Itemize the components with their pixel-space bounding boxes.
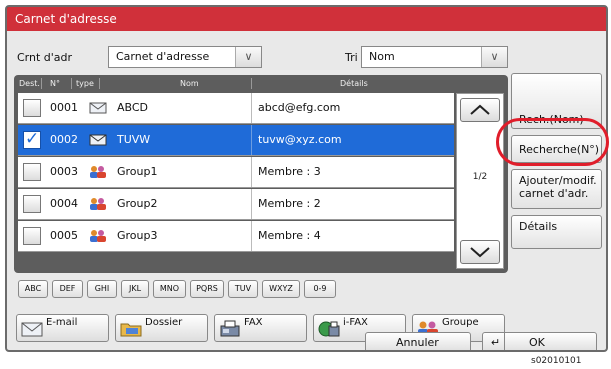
chevron-down-icon: ∨ <box>481 47 507 67</box>
details-label: Détails <box>519 220 558 233</box>
index-tab-0-9[interactable]: 0-9 <box>304 280 336 298</box>
chevron-up-icon <box>470 104 490 115</box>
index-tab-wxyz[interactable]: WXYZ <box>262 280 300 298</box>
scroll-up-button[interactable] <box>460 98 500 122</box>
group-icon <box>90 166 106 178</box>
header-num: N° <box>50 79 60 88</box>
sort-dropdown[interactable]: Nom ∨ <box>361 46 508 68</box>
row-checkbox[interactable] <box>23 163 41 181</box>
cancel-button[interactable]: Annuler <box>365 332 471 350</box>
address-book-window: Carnet d'adresse Crnt d'adr Carnet d'adr… <box>5 5 608 352</box>
highlight-callout <box>496 118 609 166</box>
ifax-button-label: i-FAX <box>343 317 368 328</box>
index-tab-abc[interactable]: ABC <box>18 280 48 298</box>
group-icon <box>90 198 106 210</box>
sort-dropdown-value: Nom <box>369 50 395 63</box>
cancel-label: Annuler <box>396 336 439 349</box>
folder-icon <box>120 323 142 337</box>
row-checkbox[interactable] <box>23 195 41 213</box>
ok-label: OK <box>529 336 545 349</box>
row-checkbox[interactable]: ✓ <box>23 129 41 149</box>
row-name: Group2 <box>117 197 158 210</box>
row-name: TUVW <box>117 133 151 146</box>
book-dropdown-value: Carnet d'adresse <box>116 50 210 63</box>
figure-code: s02010101 <box>531 356 582 366</box>
row-checkbox[interactable] <box>23 99 41 117</box>
index-tab-pqrs[interactable]: PQRS <box>190 280 224 298</box>
row-name: ABCD <box>117 101 149 114</box>
index-tab-mno[interactable]: MNO <box>153 280 186 298</box>
enter-icon: ↵ <box>487 333 505 350</box>
row-number: 0005 <box>50 229 78 242</box>
row-number: 0004 <box>50 197 78 210</box>
row-details: tuvw@xyz.com <box>251 125 454 155</box>
chevron-down-icon: ∨ <box>235 47 261 67</box>
window-title: Carnet d'adresse <box>7 7 606 31</box>
index-tab-tuv[interactable]: TUV <box>228 280 258 298</box>
scroll-down-button[interactable] <box>460 240 500 264</box>
group-icon <box>90 230 106 242</box>
header-divider <box>71 78 72 89</box>
folder-button-label: Dossier <box>145 317 183 328</box>
list-scroll-column: 1/2 <box>456 93 504 269</box>
ok-button[interactable]: ↵ OK <box>482 332 597 350</box>
row-details: abcd@efg.com <box>251 93 454 123</box>
table-row[interactable]: 0003 Group1 Membre : 3 <box>18 157 454 188</box>
table-row[interactable]: 0005 Group3 Membre : 4 <box>18 221 454 252</box>
header-divider <box>41 78 42 89</box>
row-details: Membre : 3 <box>251 157 454 187</box>
row-number: 0003 <box>50 165 78 178</box>
ifax-icon <box>318 321 340 337</box>
header-type: type <box>76 79 94 88</box>
header-dest: Dest. <box>19 79 40 88</box>
folder-button[interactable]: Dossier <box>115 314 208 342</box>
header-details: Détails <box>340 79 368 88</box>
book-dropdown[interactable]: Carnet d'adresse ∨ <box>108 46 262 68</box>
index-tab-ghi[interactable]: GHI <box>87 280 117 298</box>
fax-button[interactable]: FAX <box>214 314 307 342</box>
sort-label: Tri <box>345 51 358 64</box>
chevron-down-icon <box>470 247 490 258</box>
address-list: Dest. N° type Nom Détails 0001 ABCD abcd… <box>14 75 508 273</box>
details-button[interactable]: Détails <box>511 215 602 249</box>
edit-address-book-label: Ajouter/modif. carnet d'adr. <box>519 174 597 200</box>
edit-address-book-button[interactable]: Ajouter/modif. carnet d'adr. <box>511 169 602 209</box>
book-label: Crnt d'adr <box>17 51 73 64</box>
checkmark-icon: ✓ <box>25 129 40 149</box>
row-number: 0002 <box>50 133 78 146</box>
email-icon <box>21 322 43 337</box>
row-name: Group1 <box>117 165 158 178</box>
index-tab-jkl[interactable]: JKL <box>121 280 149 298</box>
row-number: 0001 <box>50 101 78 114</box>
fax-icon <box>220 320 240 337</box>
address-book-panel: Crnt d'adr Carnet d'adresse ∨ Tri Nom ∨ … <box>7 31 606 350</box>
email-button-label: E-mail <box>46 317 78 328</box>
row-name: Group3 <box>117 229 158 242</box>
header-divider <box>99 78 100 89</box>
row-details: Membre : 2 <box>251 189 454 219</box>
table-row[interactable]: 0004 Group2 Membre : 2 <box>18 189 454 220</box>
row-checkbox[interactable] <box>23 227 41 245</box>
row-details: Membre : 4 <box>251 221 454 251</box>
index-tab-def[interactable]: DEF <box>52 280 83 298</box>
header-name: Nom <box>180 79 199 88</box>
email-icon <box>89 134 107 146</box>
email-icon <box>89 102 107 114</box>
page-indicator: 1/2 <box>472 172 488 182</box>
header-divider <box>251 78 252 89</box>
group-button-label: Groupe <box>442 317 479 328</box>
email-button[interactable]: E-mail <box>16 314 109 342</box>
table-row[interactable]: 0001 ABCD abcd@efg.com <box>18 93 454 124</box>
table-row[interactable]: ✓ 0002 TUVW tuvw@xyz.com <box>18 125 454 156</box>
fax-button-label: FAX <box>244 317 263 328</box>
